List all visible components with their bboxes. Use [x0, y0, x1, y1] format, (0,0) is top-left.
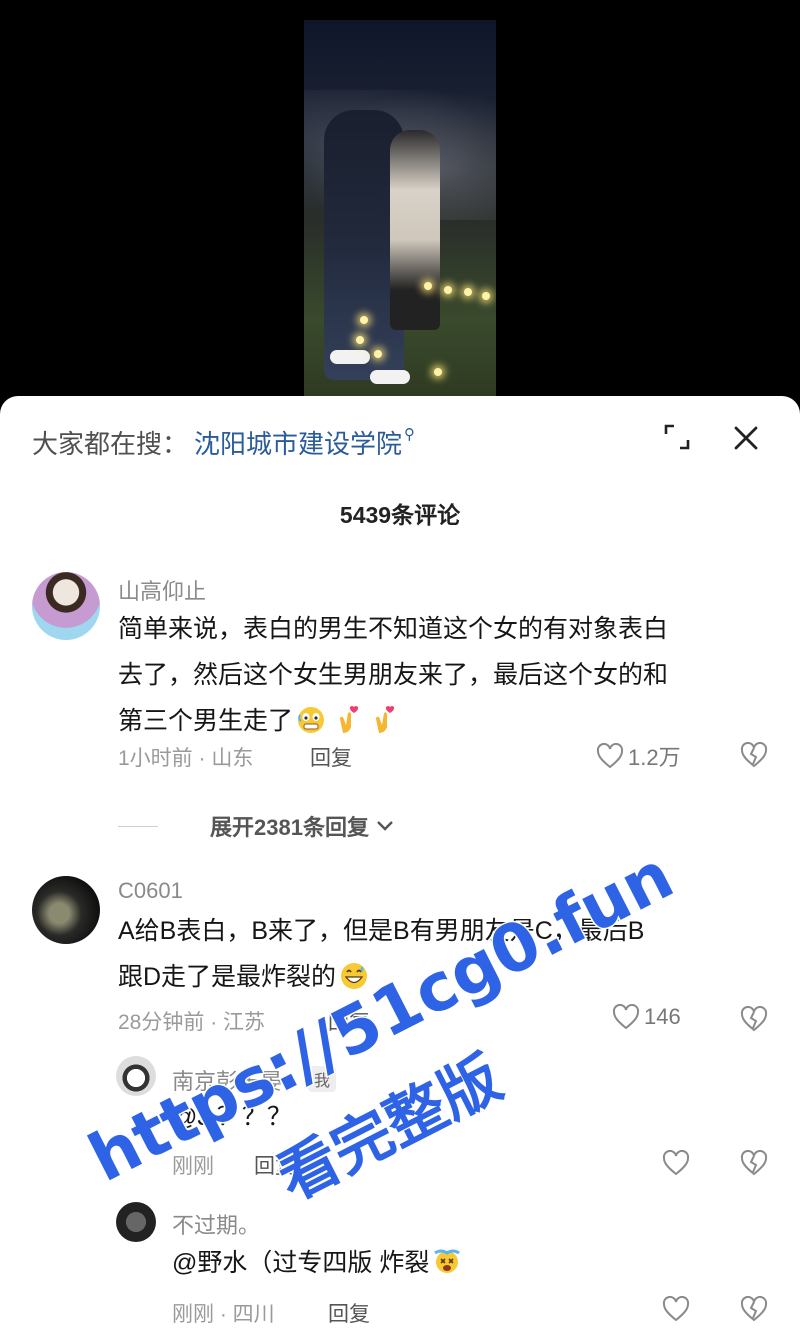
reply-button[interactable]: 回复	[328, 1298, 370, 1328]
candle-light	[464, 288, 472, 296]
broken-heart-icon	[740, 1005, 768, 1032]
comment-line-with-emojis: 第三个男生走了	[118, 698, 668, 744]
comment-username[interactable]: 山高仰止	[118, 574, 206, 606]
heart-icon	[596, 743, 624, 769]
reply-button[interactable]: 回复	[328, 1006, 370, 1036]
dislike-button[interactable]	[740, 1295, 768, 1327]
user-avatar[interactable]	[32, 572, 100, 640]
candle-light	[356, 336, 364, 344]
candle-light	[482, 292, 490, 300]
candle-light	[424, 282, 432, 290]
comment-line: 去了，然后这个女生男朋友来了，最后这个女的和	[118, 661, 669, 689]
candle-light	[444, 286, 452, 294]
video-shoe	[370, 370, 410, 384]
video-player[interactable]	[0, 0, 800, 410]
comment-count: 5439条评论	[339, 502, 461, 528]
expand-replies-button[interactable]: 展开2381条回复	[118, 810, 395, 842]
comment-username[interactable]: C0601	[118, 878, 183, 904]
expand-replies-label: 展开2381条回复	[210, 815, 369, 840]
comment-time-location: 1小时前 · 山东	[118, 747, 254, 770]
trending-search-prefix: 大家都在搜：	[32, 428, 189, 459]
like-button[interactable]	[662, 1295, 690, 1327]
divider-line	[118, 825, 158, 827]
candle-light	[374, 350, 382, 358]
me-badge: 我	[308, 1066, 337, 1092]
reply-time-location: 刚刚 · 四川	[172, 1303, 275, 1326]
heart-hands-emoji	[376, 706, 395, 733]
video-shoe	[330, 350, 370, 364]
reply-avatar[interactable]	[116, 1056, 156, 1096]
comment-time-location: 28分钟前 · 江苏	[118, 1011, 266, 1034]
reply-time: 刚刚	[172, 1155, 214, 1178]
like-button[interactable]	[662, 1149, 690, 1181]
trending-search-link[interactable]: 沈阳城市建设学院	[194, 424, 402, 461]
heart-hands-emoji	[340, 706, 359, 733]
dislike-button[interactable]	[740, 1149, 768, 1181]
broken-heart-icon	[740, 1149, 768, 1176]
candle-light	[434, 368, 442, 376]
comment-text: 简单来说，表白的男生不知道这个女的有对象表白 去了，然后这个女生男朋友来了，最后…	[118, 606, 668, 744]
like-button[interactable]: 146	[612, 1004, 681, 1030]
like-count: 1.2万	[628, 745, 681, 770]
dislike-button[interactable]	[740, 1005, 768, 1037]
like-button[interactable]: 1.2万	[596, 740, 681, 772]
reply-text-wrap: @野水（过专四版 炸裂	[172, 1240, 465, 1286]
grimacing-face-emoji	[298, 707, 325, 733]
video-person	[390, 130, 440, 330]
candle-light	[360, 316, 368, 324]
comment-line: 第三个男生走了	[118, 707, 294, 735]
comment-line: A给B表白，B来了，但是B有男朋友是C，最后B	[118, 917, 645, 945]
video-frame[interactable]	[304, 20, 496, 396]
heart-icon	[662, 1149, 690, 1176]
dislike-button[interactable]	[740, 741, 768, 773]
close-icon[interactable]	[728, 420, 764, 456]
reply-username[interactable]: 南京彭于晏	[172, 1064, 282, 1096]
reply-text: @J.？？？	[172, 1103, 292, 1131]
comment-line-with-emojis: 跟D走了是最炸裂的	[118, 954, 644, 1000]
reply-avatar[interactable]	[116, 1202, 156, 1242]
grinning-sweat-emoji	[341, 963, 368, 989]
user-avatar[interactable]	[32, 876, 100, 944]
like-count: 146	[644, 1004, 681, 1029]
trending-search-bar[interactable]: 大家都在搜： 沈阳城市建设学院 ⚲	[32, 424, 415, 460]
comment-line: 跟D走了是最炸裂的	[118, 963, 337, 991]
comment-text: A给B表白，B来了，但是B有男朋友是C，最后B 跟D走了是最炸裂的	[118, 908, 644, 1000]
broken-heart-icon	[740, 1295, 768, 1322]
broken-heart-icon	[740, 741, 768, 768]
heart-icon	[612, 1004, 640, 1030]
chevron-down-icon	[377, 821, 393, 831]
comment-panel: 大家都在搜： 沈阳城市建设学院 ⚲ 5439条评论 山高仰止 简单来说，表白的男…	[0, 396, 800, 1330]
reply-button[interactable]: 回复	[254, 1150, 296, 1180]
reply-username[interactable]: 不过期。	[172, 1208, 260, 1240]
heart-icon	[662, 1295, 690, 1322]
expand-icon[interactable]	[660, 420, 694, 454]
reply-button[interactable]: 回复	[310, 742, 352, 772]
comment-line: 简单来说，表白的男生不知道这个女的有对象表白	[118, 615, 669, 643]
search-icon[interactable]: ⚲	[404, 425, 415, 443]
dizzy-face-emoji	[434, 1249, 461, 1273]
reply-text: @野水（过专四版 炸裂	[172, 1249, 430, 1277]
